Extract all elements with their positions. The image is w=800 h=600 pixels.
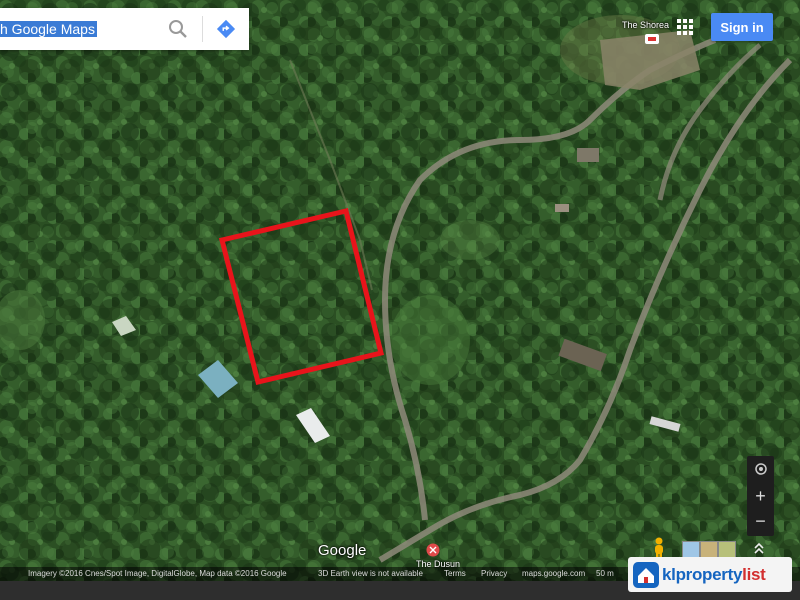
place-marker-icon[interactable]: [645, 34, 659, 44]
my-location-button[interactable]: [747, 456, 774, 482]
building-northeast: [577, 148, 599, 162]
directions-icon[interactable]: [215, 18, 237, 40]
earth-view-notice: 3D Earth view is not available: [318, 569, 423, 578]
satellite-imagery: [0, 0, 800, 600]
privacy-link[interactable]: Privacy: [481, 569, 507, 578]
imagery-attribution: Imagery ©2016 Cnes/Spot Image, DigitalGl…: [28, 569, 287, 578]
apps-grid-icon[interactable]: [676, 18, 694, 36]
brand-name: klpropertylist: [662, 565, 766, 585]
zoom-in-button[interactable]: +: [747, 483, 774, 509]
place-label-shorea[interactable]: The Shorea: [622, 20, 669, 30]
search-box[interactable]: h Google Maps: [0, 8, 249, 50]
place-pin-icon[interactable]: [426, 543, 440, 557]
search-divider: [202, 16, 203, 42]
satellite-map[interactable]: [0, 0, 800, 600]
search-icon[interactable]: [166, 17, 190, 41]
brand-main: klproperty: [662, 564, 743, 584]
my-location-icon: [754, 463, 767, 475]
scale-label: 50 m: [596, 569, 614, 578]
google-logo: Google: [318, 542, 367, 559]
house-logo-icon: [633, 561, 659, 588]
terms-link[interactable]: Terms: [444, 569, 466, 578]
expand-icon[interactable]: [753, 541, 765, 557]
zoom-controls: + −: [747, 456, 774, 536]
brand-accent: list: [742, 564, 766, 584]
search-query-text[interactable]: h Google Maps: [0, 21, 97, 37]
zoom-out-button[interactable]: −: [747, 508, 774, 534]
klpropertylist-watermark: klpropertylist: [628, 557, 792, 592]
maps-url-link[interactable]: maps.google.com: [522, 569, 585, 578]
sign-in-button[interactable]: Sign in: [711, 13, 773, 41]
